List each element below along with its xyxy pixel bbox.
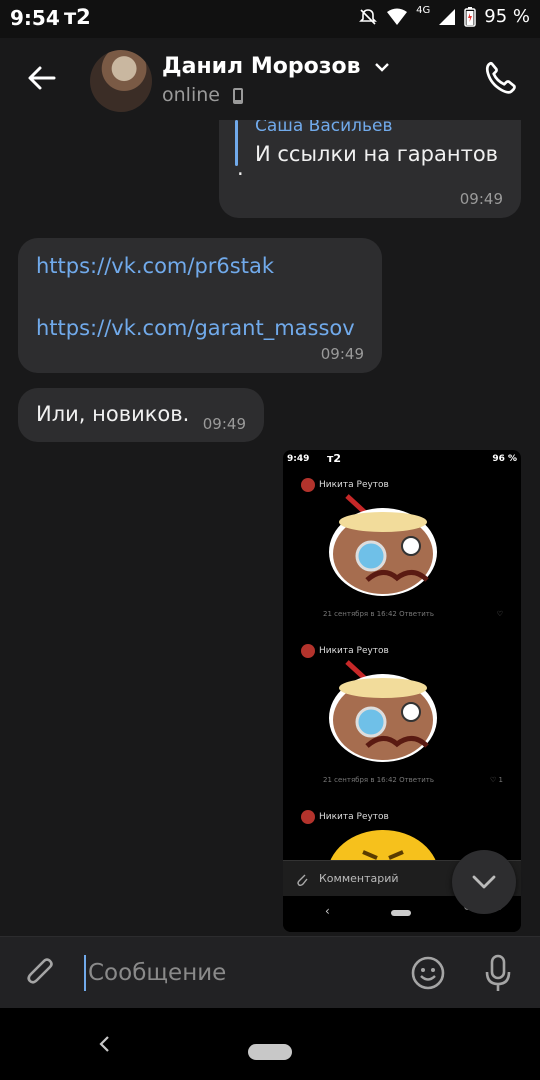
- status-bar: 9:54 т2 4G 95 %: [0, 0, 540, 38]
- author-name: Никита Реутов: [319, 812, 389, 822]
- nav-back-icon: ‹: [325, 904, 330, 918]
- link-garant-massov[interactable]: https://vk.com/garant_massov: [36, 316, 355, 340]
- emoji-icon[interactable]: [410, 955, 446, 991]
- reply-author: Саша Васильев: [255, 120, 393, 136]
- message-time: 09:49: [320, 345, 364, 363]
- embedded-comment-placeholder: Комментарий: [319, 872, 399, 885]
- paperclip-icon: [297, 874, 308, 887]
- status-icons: 4G 95 %: [358, 5, 530, 27]
- contact-status-label: online: [162, 84, 220, 106]
- contact-name[interactable]: Данил Морозов: [162, 54, 390, 79]
- link-pr6stak[interactable]: https://vk.com/pr6stak: [36, 254, 274, 278]
- mini-avatar: [301, 478, 315, 492]
- attach-icon[interactable]: [24, 955, 60, 991]
- microphone-icon[interactable]: [482, 953, 514, 993]
- mini-avatar: [301, 644, 315, 658]
- reply-text: И ссылки на гарантов: [255, 142, 499, 166]
- embedded-comment-meta: 21 сентября в 16:42 Ответить ♡ 1: [323, 776, 513, 784]
- contact-name-label: Данил Морозов: [162, 54, 361, 79]
- message-outgoing-reply[interactable]: Саша Васильев И ссылки на гарантов . 09:…: [219, 120, 521, 218]
- embedded-comment-meta: 21 сентября в 16:42 Ответить ♡: [323, 610, 513, 618]
- scroll-down-button[interactable]: [452, 850, 516, 914]
- phone-icon[interactable]: [482, 60, 518, 96]
- embedded-status-time: 9:49: [287, 454, 310, 464]
- status-carrier: т2: [64, 5, 91, 29]
- chevron-down-icon[interactable]: [374, 61, 390, 73]
- wifi-icon: [387, 8, 408, 25]
- mobile-device-icon: [233, 87, 244, 104]
- message-incoming-links[interactable]: https://vk.com/pr6stak https://vk.com/ga…: [18, 238, 382, 373]
- embedded-comment-author: Никита Реутов: [301, 644, 389, 658]
- message-list[interactable]: Саша Васильев И ссылки на гарантов . 09:…: [0, 120, 540, 936]
- battery-level: 95 %: [484, 6, 530, 27]
- embedded-comment-author: Никита Реутов: [301, 478, 389, 492]
- embedded-status-battery: 96 %: [492, 454, 517, 464]
- nav-home-icon[interactable]: [248, 1044, 292, 1060]
- heart-icon: ♡ 1: [490, 776, 503, 784]
- meta-date: 21 сентября в 16:42 Ответить: [323, 610, 434, 618]
- embedded-status-bar: 9:49 т2 96 %: [283, 450, 521, 472]
- message-time: 09:49: [202, 415, 246, 433]
- back-arrow-icon[interactable]: [26, 62, 58, 94]
- message-time: 09:49: [459, 190, 503, 208]
- coconut-sticker-icon: [329, 494, 437, 596]
- mute-icon: [359, 8, 378, 25]
- message-composer: Сообщение: [0, 936, 540, 1009]
- reply-quote[interactable]: Саша Васильев И ссылки на гарантов: [219, 120, 521, 190]
- avatar[interactable]: [90, 50, 152, 112]
- message-incoming-text[interactable]: Или, новиков. 09:49: [18, 388, 264, 442]
- nav-home-icon: [391, 910, 411, 916]
- message-text: .: [237, 156, 244, 180]
- embedded-comment-author: Никита Реутов: [301, 810, 389, 824]
- contact-status: online: [162, 84, 244, 106]
- nav-back-icon[interactable]: [96, 1034, 112, 1054]
- meta-date: 21 сентября в 16:42 Ответить: [323, 776, 434, 784]
- signal-icon: [439, 8, 456, 25]
- chat-header: Данил Морозов online: [0, 38, 540, 120]
- network-label: 4G: [416, 5, 431, 16]
- mini-avatar: [301, 810, 315, 824]
- author-name: Никита Реутов: [319, 646, 389, 656]
- battery-icon: [464, 6, 477, 27]
- heart-icon: ♡: [496, 610, 503, 618]
- scroll-down-icon: [472, 875, 496, 889]
- message-input[interactable]: Сообщение: [84, 955, 388, 991]
- message-text: Или, новиков.: [36, 402, 190, 426]
- status-time: 9:54: [10, 6, 60, 30]
- system-nav-bar: [0, 1008, 540, 1080]
- like-count: 1: [498, 776, 503, 784]
- embedded-status-carrier: т2: [327, 452, 342, 465]
- author-name: Никита Реутов: [319, 480, 389, 490]
- coconut-sticker-icon: [329, 660, 437, 762]
